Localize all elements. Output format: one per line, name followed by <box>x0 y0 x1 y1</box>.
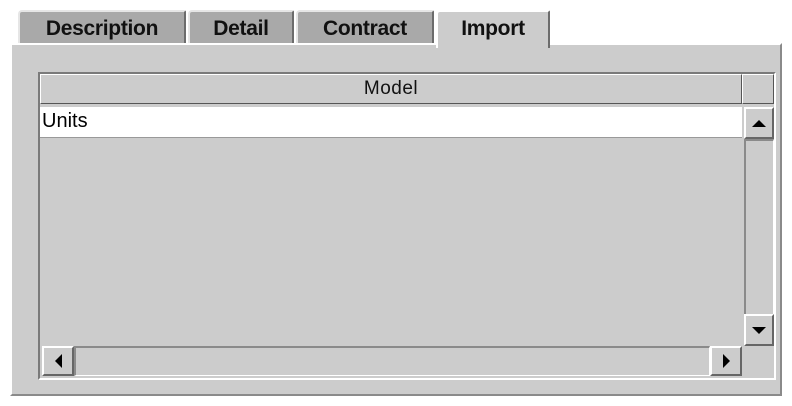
table-row[interactable]: Units <box>40 107 742 138</box>
vertical-scroll-track[interactable] <box>744 139 774 315</box>
arrow-up-icon <box>752 119 766 127</box>
header-corner <box>742 74 774 104</box>
table-viewport: Units <box>40 104 744 346</box>
horizontal-scroll-track[interactable] <box>74 346 710 376</box>
arrow-right-icon <box>722 354 730 368</box>
scroll-up-button[interactable] <box>744 107 774 139</box>
tab-contract[interactable]: Contract <box>296 10 434 45</box>
import-table-scrollpane: Model Units <box>38 72 776 380</box>
tab-detail[interactable]: Detail <box>188 10 294 45</box>
arrow-down-icon <box>752 326 766 334</box>
scrollpane-corner <box>744 346 774 378</box>
tab-description[interactable]: Description <box>18 10 186 45</box>
tab-import[interactable]: Import <box>436 10 550 48</box>
arrow-left-icon <box>54 354 62 368</box>
scroll-left-button[interactable] <box>42 346 74 376</box>
scroll-down-button[interactable] <box>744 314 774 346</box>
column-header-model[interactable]: Model <box>40 74 742 104</box>
horizontal-scrollbar[interactable] <box>40 346 744 378</box>
scroll-right-button[interactable] <box>710 346 742 376</box>
vertical-scrollbar[interactable] <box>744 104 774 346</box>
